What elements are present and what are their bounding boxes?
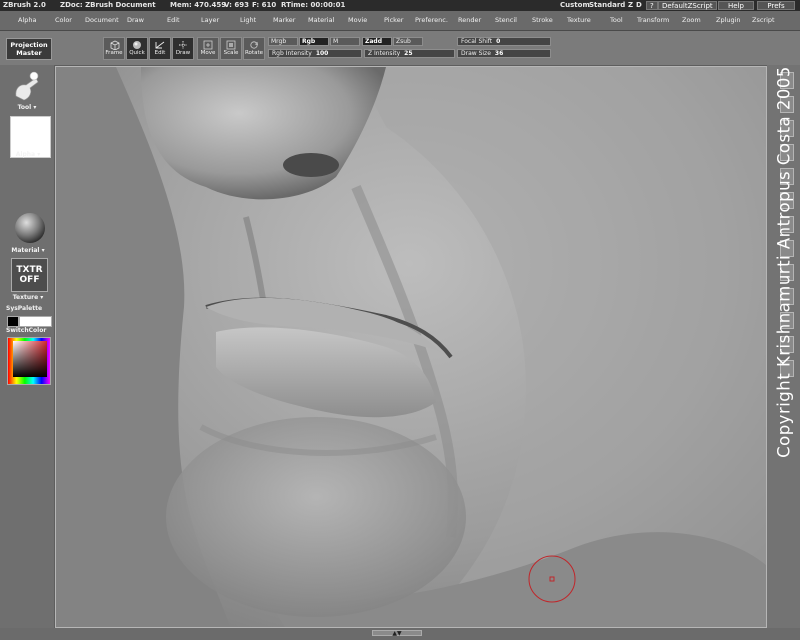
menu-zplugin[interactable]: Zplugin (716, 16, 741, 24)
help-question-button[interactable]: ? (646, 1, 658, 10)
draw-size-label: Draw Size (461, 50, 491, 57)
syspalette-label[interactable]: SysPalette (6, 305, 50, 312)
zsub-toggle[interactable]: Zsub (393, 37, 423, 46)
copyright-watermark: Copyright Krishnamurti Antropus Costa 20… (774, 66, 794, 458)
z-intensity-label: Z Intensity (368, 50, 401, 57)
tool-icon[interactable] (12, 68, 42, 104)
frame-label: Frame (105, 50, 123, 56)
alpha-label[interactable]: Alpha ▾ (8, 151, 48, 158)
menu-bar: Alpha Color Document Draw Edit Layer Lig… (0, 11, 800, 31)
focal-shift-value: 0 (496, 38, 501, 45)
menu-zscript[interactable]: Zscript (752, 16, 775, 24)
menu-edit[interactable]: Edit (167, 16, 180, 24)
quick-label: Quick (129, 50, 145, 56)
color-picker-square[interactable] (13, 341, 47, 377)
bottom-tray-toggle-icon[interactable]: ▲▼ (372, 630, 422, 637)
custom-label[interactable]: Custom (560, 0, 590, 11)
scale-label: Scale (223, 50, 239, 56)
m-toggle[interactable]: M (330, 37, 360, 46)
focal-shift-slider[interactable]: Focal Shift 0 (457, 37, 551, 46)
projection-master-label-1: Projection (10, 41, 48, 49)
menu-alpha[interactable]: Alpha (18, 16, 36, 24)
menu-zoom[interactable]: Zoom (682, 16, 701, 24)
rgb-intensity-label: Rgb Intensity (272, 50, 312, 57)
projection-master-button[interactable]: Projection Master (6, 38, 52, 60)
switchcolor-label[interactable]: SwitchColor (6, 327, 52, 334)
scale-button[interactable]: Scale (220, 37, 242, 60)
rgb-toggle[interactable]: Rgb (299, 37, 329, 46)
secondary-color-swatch[interactable] (19, 316, 52, 327)
menu-render[interactable]: Render (458, 16, 481, 24)
face-count: F: 610 (252, 1, 277, 9)
txtr-label: TXTR (16, 265, 43, 275)
menu-draw[interactable]: Draw (127, 16, 144, 24)
tool-label[interactable]: Tool ▾ (8, 104, 46, 111)
menu-layer[interactable]: Layer (201, 16, 219, 24)
material-label[interactable]: Material ▾ (6, 247, 50, 254)
menu-stroke[interactable]: Stroke (532, 16, 553, 24)
rgb-intensity-value: 100 (315, 50, 329, 57)
help-button[interactable]: Help (718, 1, 754, 10)
edit-icon (155, 41, 165, 49)
mem-readout: Mem: 470.459 (170, 1, 227, 9)
mrgb-toggle[interactable]: Mrgb (268, 37, 298, 46)
title-bar: ZBrush 2.0 ZDoc: ZBrush Document Mem: 47… (0, 0, 800, 11)
draw-size-value: 36 (494, 50, 504, 57)
z-intensity-value: 25 (404, 50, 413, 57)
rotate-icon (250, 41, 258, 49)
menu-picker[interactable]: Picker (384, 16, 403, 24)
sculpt-face-render[interactable] (56, 67, 767, 628)
document-name: ZDoc: ZBrush Document (60, 1, 156, 9)
rotate-button[interactable]: Rotate (243, 37, 265, 60)
menu-material[interactable]: Material (308, 16, 334, 24)
bottom-tray: ▲▼ (0, 628, 800, 640)
material-sphere-icon[interactable] (14, 212, 46, 244)
menu-document[interactable]: Document (85, 16, 119, 24)
render-time: RTime: 00:00:01 (281, 1, 346, 9)
primary-color-swatch[interactable] (7, 316, 19, 327)
draw-size-slider[interactable]: Draw Size 36 (457, 49, 551, 58)
focal-shift-label: Focal Shift (461, 38, 493, 45)
z-intensity-slider[interactable]: Z Intensity 25 (364, 49, 455, 58)
projection-master-label-2: Master (16, 49, 42, 57)
draw-label: Draw (175, 50, 191, 56)
rgb-intensity-slider[interactable]: Rgb Intensity 100 (268, 49, 362, 58)
edit-button[interactable]: Edit (149, 37, 171, 60)
z-label[interactable]: Z (628, 0, 633, 11)
sphere-icon (133, 41, 141, 49)
standard-label[interactable]: Standard (589, 0, 625, 11)
menu-transform[interactable]: Transform (637, 16, 669, 24)
menu-movie[interactable]: Movie (348, 16, 367, 24)
edit-label: Edit (154, 50, 166, 56)
move-button[interactable]: Move (197, 37, 219, 60)
texture-label[interactable]: Texture ▾ (8, 294, 48, 301)
rotate-label: Rotate (244, 50, 263, 56)
prefs-button[interactable]: Prefs (757, 1, 795, 10)
menu-color[interactable]: Color (55, 16, 72, 24)
menu-texture[interactable]: Texture (567, 16, 591, 24)
quick-button[interactable]: Quick (126, 37, 148, 60)
menu-light[interactable]: Light (240, 16, 256, 24)
menu-preferences[interactable]: Preferenc. (415, 16, 448, 24)
draw-button[interactable]: Draw (172, 37, 194, 60)
nostril (283, 153, 339, 177)
canvas[interactable] (55, 66, 767, 628)
scale-icon (226, 40, 236, 50)
d-label[interactable]: D (636, 0, 642, 11)
menu-stencil[interactable]: Stencil (495, 16, 517, 24)
texture-off-button[interactable]: TXTR OFF (11, 258, 48, 292)
off-label: OFF (19, 275, 40, 285)
frame-button[interactable]: Frame (103, 37, 125, 60)
menu-tool[interactable]: Tool (610, 16, 623, 24)
vertex-count: V: 693 (224, 1, 249, 9)
app-name: ZBrush 2.0 (3, 1, 46, 9)
cube-icon (110, 40, 120, 50)
move-icon (203, 40, 213, 50)
default-zscript-button[interactable]: DefaultZScript (658, 1, 717, 10)
menu-marker[interactable]: Marker (273, 16, 295, 24)
zadd-toggle[interactable]: Zadd (362, 37, 392, 46)
move-label: Move (200, 50, 216, 56)
color-picker[interactable] (7, 337, 51, 385)
draw-icon (179, 41, 187, 49)
